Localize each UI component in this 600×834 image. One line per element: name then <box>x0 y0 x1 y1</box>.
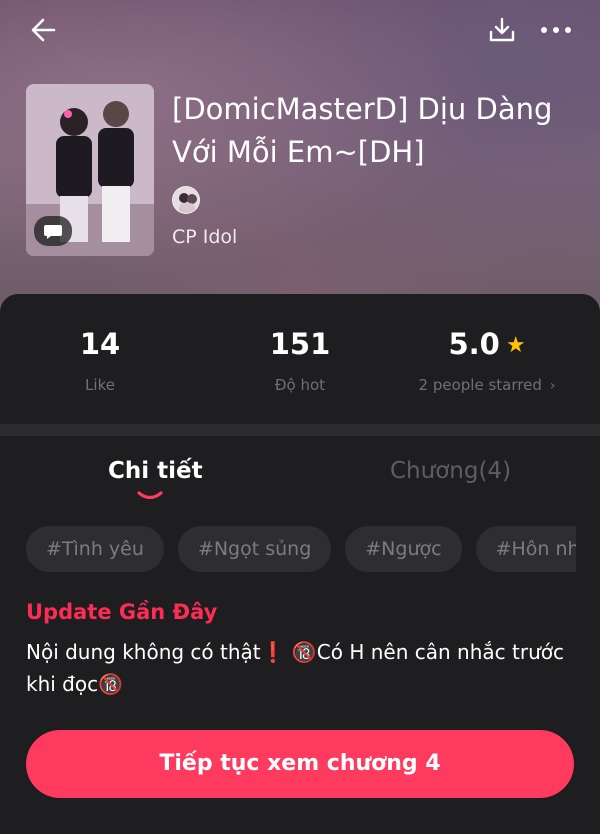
detail-panel: 14 Like 151 Độ hot 5.0 ★ 2 people starred… <box>0 294 600 834</box>
stat-rating[interactable]: 5.0 ★ 2 people starred › <box>387 326 587 394</box>
stat-rating-label-row: 2 people starred › <box>387 376 587 394</box>
stat-likes-value: 14 <box>79 327 121 361</box>
book-title: [DomicMasterD] Dịu Dàng Với Mỗi Em~[DH] <box>172 92 553 169</box>
update-text: Nội dung không có thật❗ 🔞Có H nên cân nh… <box>26 640 564 696</box>
tag-chip[interactable]: #Ngọt sủng <box>177 526 332 572</box>
author-avatar[interactable] <box>172 186 200 214</box>
book-cover[interactable] <box>26 84 154 256</box>
download-button[interactable] <box>486 14 518 46</box>
tag-chip[interactable]: #Hôn nhân <box>475 526 576 572</box>
tab-chapters[interactable]: Chương(4) <box>390 458 511 484</box>
stat-likes-label: Like <box>85 376 115 394</box>
more-horizontal-icon <box>541 27 571 33</box>
download-icon <box>489 17 515 42</box>
tab-details[interactable]: Chi tiết <box>108 458 203 484</box>
stat-hot: 151 Độ hot <box>200 326 400 394</box>
update-heading: Update Gần Đây <box>26 600 218 624</box>
tag-chip[interactable]: #Tình yêu <box>26 526 164 572</box>
arrow-left-icon <box>31 18 56 42</box>
tag-chip[interactable]: #Ngược <box>345 526 462 572</box>
comment-badge <box>34 216 72 246</box>
continue-reading-button[interactable]: Tiếp tục xem chương 4 <box>26 730 574 798</box>
stat-hot-label: Độ hot <box>274 376 326 394</box>
comment-icon <box>44 225 62 239</box>
tab-active-indicator <box>137 491 163 500</box>
chevron-right-icon: › <box>549 378 556 394</box>
back-button[interactable] <box>28 14 60 46</box>
stat-rating-value: 5.0 <box>448 327 500 361</box>
section-divider <box>0 424 600 436</box>
stat-rating-value-row: 5.0 ★ <box>387 326 587 362</box>
book-category[interactable]: CP Idol <box>172 226 237 248</box>
top-bar <box>0 0 600 60</box>
tag-list: #Tình yêu #Ngọt sủng #Ngược #Hôn nhân <box>26 526 576 574</box>
stat-rating-label: 2 people starred <box>418 376 542 394</box>
stat-likes: 14 Like <box>0 326 200 394</box>
more-button[interactable] <box>538 14 574 46</box>
stat-hot-value: 151 <box>269 327 331 361</box>
star-icon: ★ <box>505 333 526 358</box>
